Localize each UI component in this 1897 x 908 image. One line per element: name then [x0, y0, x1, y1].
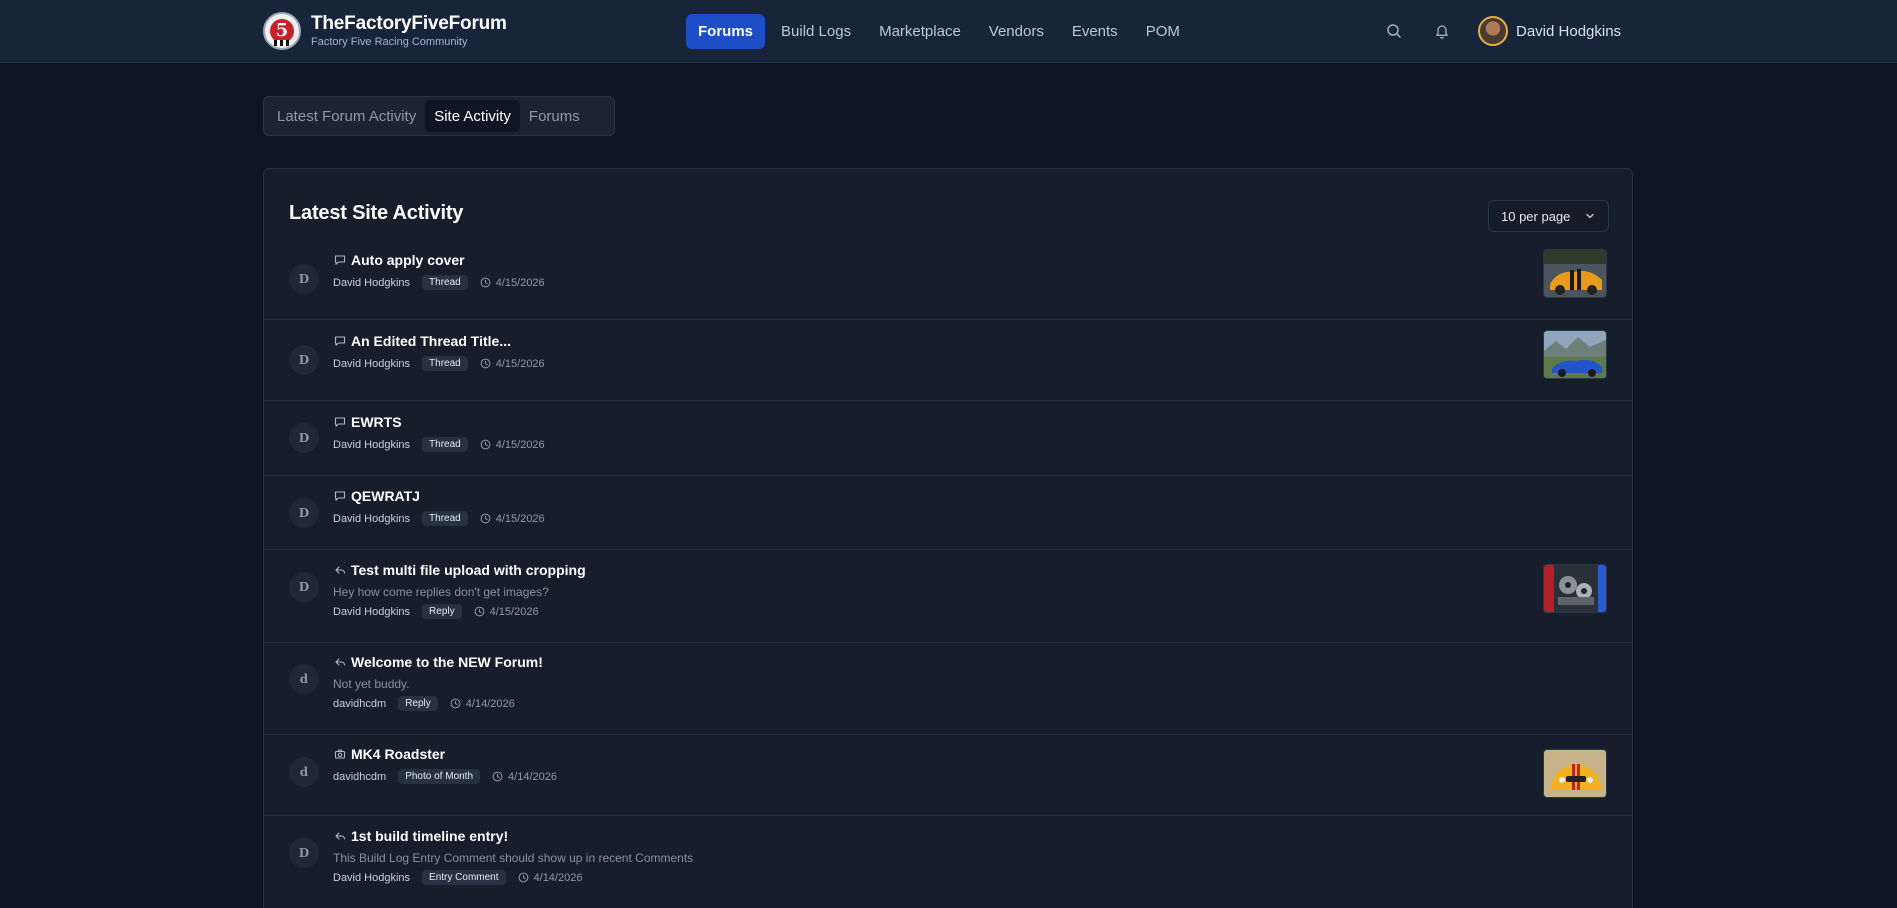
nav-build-logs[interactable]: Build Logs: [769, 14, 863, 49]
user-name: David Hodgkins: [1516, 22, 1622, 40]
author-avatar: D: [289, 345, 319, 375]
tab-forums[interactable]: Forums: [520, 100, 589, 132]
activity-row[interactable]: D Auto apply cover David Hodgkins Thread…: [264, 239, 1632, 320]
activity-author[interactable]: David Hodgkins: [333, 277, 410, 289]
author-avatar: D: [289, 423, 319, 453]
author-avatar: d: [289, 757, 319, 787]
tab-latest-forum-activity[interactable]: Latest Forum Activity: [268, 100, 425, 132]
tab-site-activity[interactable]: Site Activity: [425, 100, 520, 132]
reply-icon: [333, 655, 347, 669]
activity-date: 4/14/2026: [533, 871, 583, 884]
type-badge: Thread: [422, 511, 468, 526]
type-badge: Thread: [422, 437, 468, 452]
brand-text: TheFactoryFiveForum Factory Five Racing …: [311, 13, 507, 49]
activity-title[interactable]: MK4 Roadster: [351, 746, 445, 762]
message-icon: [333, 334, 347, 348]
type-badge: Entry Comment: [422, 870, 506, 885]
activity-row[interactable]: d MK4 Roadster davidhcdm Photo of Month …: [264, 735, 1632, 816]
nav-marketplace[interactable]: Marketplace: [867, 14, 973, 49]
engine-bay-thumbnail[interactable]: [1543, 564, 1607, 613]
clock-icon: [480, 513, 492, 525]
reply-icon: [333, 829, 347, 843]
activity-author[interactable]: David Hodgkins: [333, 358, 410, 370]
clock-icon: [450, 698, 462, 710]
brand[interactable]: 5 TheFactoryFiveForum Factory Five Racin…: [263, 12, 507, 50]
search-icon[interactable]: [1383, 20, 1405, 42]
activity-snippet: Hey how come replies don't get images?: [333, 585, 549, 599]
nav-forums[interactable]: Forums: [686, 14, 766, 49]
activity-date: 4/15/2026: [495, 512, 545, 525]
message-icon: [333, 253, 347, 267]
nav-vendors[interactable]: Vendors: [977, 14, 1056, 49]
activity-snippet: Not yet buddy.: [333, 677, 410, 691]
activity-author[interactable]: davidhcdm: [333, 771, 386, 783]
top-navigation-bar: 5 TheFactoryFiveForum Factory Five Racin…: [0, 0, 1897, 63]
author-avatar: D: [289, 838, 319, 868]
activity-author[interactable]: David Hodgkins: [333, 439, 410, 451]
activity-row[interactable]: d Welcome to the NEW Forum! Not yet budd…: [264, 643, 1632, 735]
orange-cobra-thumbnail[interactable]: [1543, 249, 1607, 298]
clock-icon: [480, 439, 492, 451]
blue-cobra-thumbnail[interactable]: [1543, 330, 1607, 379]
activity-author[interactable]: David Hodgkins: [333, 606, 410, 618]
type-badge: Photo of Month: [398, 769, 481, 784]
per-page-value: 10 per page: [1501, 208, 1571, 224]
activity-date: 4/14/2026: [465, 697, 515, 710]
activity-row[interactable]: D Test multi file upload with cropping H…: [264, 550, 1632, 643]
activity-snippet: This Build Log Entry Comment should show…: [333, 851, 694, 865]
author-avatar: D: [289, 572, 319, 602]
activity-row[interactable]: D EWRTS David Hodgkins Thread 4/15/2026: [264, 401, 1632, 476]
activity-title[interactable]: Auto apply cover: [351, 252, 465, 268]
user-menu[interactable]: David Hodgkins: [1478, 16, 1621, 46]
brand-subtitle: Factory Five Racing Community: [311, 36, 468, 48]
clock-icon: [474, 606, 486, 618]
message-icon: [333, 489, 347, 503]
activity-row[interactable]: D An Edited Thread Title... David Hodgki…: [264, 320, 1632, 401]
activity-author[interactable]: David Hodgkins: [333, 513, 410, 525]
type-badge: Reply: [398, 696, 438, 711]
activity-tabs: Latest Forum Activity Site Activity Foru…: [263, 96, 615, 136]
activity-date: 4/15/2026: [489, 605, 539, 618]
activity-title[interactable]: Welcome to the NEW Forum!: [351, 654, 543, 670]
camera-icon: [333, 747, 347, 761]
activity-title[interactable]: QEWRATJ: [351, 488, 420, 504]
chevron-down-icon: [1584, 210, 1596, 225]
avatar: [1478, 16, 1508, 46]
author-avatar: D: [289, 264, 319, 294]
nav-events[interactable]: Events: [1060, 14, 1130, 49]
yellow-roadster-thumbnail[interactable]: [1543, 749, 1607, 798]
main-nav: Forums Build Logs Marketplace Vendors Ev…: [686, 14, 1192, 49]
type-badge: Reply: [422, 604, 462, 619]
type-badge: Thread: [422, 275, 468, 290]
activity-date: 4/14/2026: [508, 770, 557, 783]
activity-title[interactable]: 1st build timeline entry!: [351, 828, 508, 844]
clock-icon: [480, 277, 492, 289]
nav-pom[interactable]: POM: [1134, 14, 1192, 49]
per-page-select[interactable]: 10 per page: [1488, 200, 1609, 232]
clock-icon: [492, 771, 504, 783]
activity-title[interactable]: An Edited Thread Title...: [351, 333, 511, 349]
activity-row[interactable]: D 1st build timeline entry! This Build L…: [264, 816, 1632, 908]
factory-five-logo: 5: [263, 12, 301, 50]
activity-author[interactable]: davidhcdm: [333, 698, 386, 710]
activity-author[interactable]: David Hodgkins: [333, 872, 410, 884]
message-icon: [333, 415, 347, 429]
activity-date: 4/15/2026: [495, 438, 545, 451]
activity-date: 4/15/2026: [495, 357, 545, 370]
type-badge: Thread: [422, 356, 468, 371]
activity-date: 4/15/2026: [495, 276, 545, 289]
clock-icon: [480, 358, 492, 370]
author-avatar: d: [289, 664, 319, 694]
activity-row[interactable]: D QEWRATJ David Hodgkins Thread 4/15/202…: [264, 476, 1632, 550]
activity-title[interactable]: Test multi file upload with cropping: [351, 562, 586, 578]
clock-icon: [518, 872, 530, 884]
site-activity-card: Latest Site Activity 10 per page D Auto …: [263, 168, 1633, 908]
reply-icon: [333, 563, 347, 577]
card-title: Latest Site Activity: [289, 202, 464, 224]
author-avatar: D: [289, 498, 319, 528]
brand-title: TheFactoryFiveForum: [311, 13, 507, 34]
activity-title[interactable]: EWRTS: [351, 414, 402, 430]
bell-icon[interactable]: [1431, 20, 1453, 42]
